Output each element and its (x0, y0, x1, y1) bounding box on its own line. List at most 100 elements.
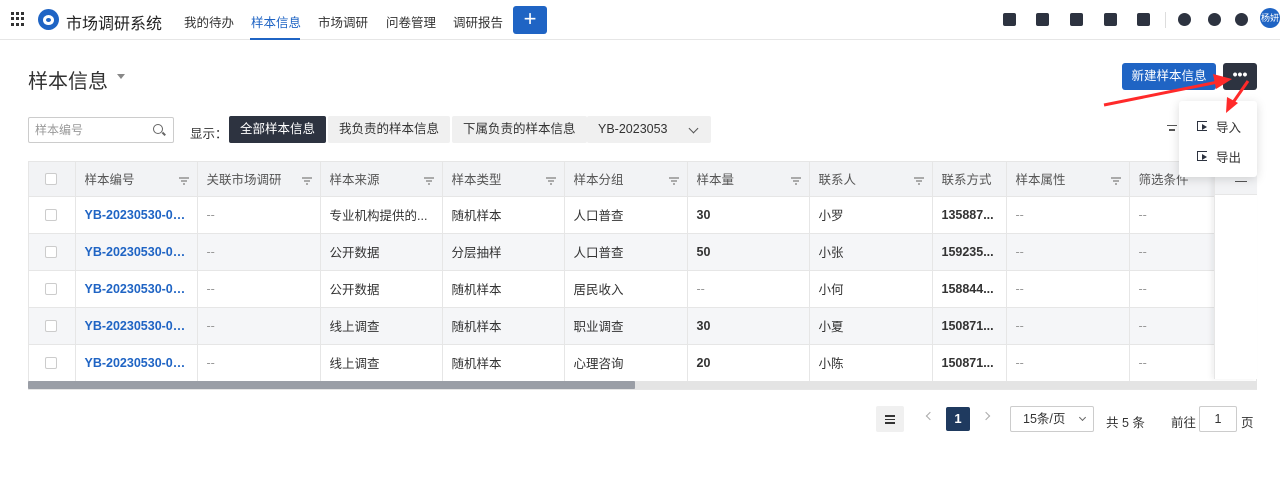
row-checkbox[interactable] (45, 246, 57, 259)
sample-id-link[interactable]: YB-20230530-00... (75, 233, 198, 271)
table-cell: 小罗 (809, 196, 933, 234)
more-actions-dropdown: 导入 导出 (1179, 101, 1257, 177)
table-cell: -- (1006, 344, 1130, 382)
table-cell: 随机样本 (442, 196, 565, 234)
row-checkbox[interactable] (45, 209, 57, 222)
column-filter-icon[interactable] (790, 177, 801, 183)
total-count: 共 5 条 (1106, 416, 1145, 430)
more-actions-button[interactable]: ••• (1223, 63, 1257, 90)
table-cell: -- (1006, 270, 1130, 308)
user-avatar[interactable]: 杨妍 (1260, 8, 1280, 28)
new-sample-button[interactable]: 新建样本信息 (1122, 63, 1216, 90)
toolbar-divider (1165, 12, 1166, 28)
row-select-cell[interactable] (29, 344, 76, 382)
nav-active-indicator (250, 38, 300, 40)
filter-icon[interactable] (1167, 125, 1177, 133)
column-header[interactable]: 样本属性 (1006, 162, 1130, 197)
nav-item-questionnaire[interactable]: 问卷管理 (386, 12, 436, 31)
nav-item-research-report[interactable]: 调研报告 (453, 12, 503, 31)
table-row[interactable]: YB-20230530-00... -- 线上调查 随机样本 心理咨询 20 小… (29, 344, 1256, 382)
row-checkbox[interactable] (45, 283, 57, 296)
user-icon[interactable] (1036, 13, 1049, 26)
search-field[interactable] (28, 117, 174, 143)
dropdown-item-export[interactable]: 导出 (1197, 147, 1241, 165)
search-input[interactable] (29, 118, 149, 142)
row-select-cell[interactable] (29, 270, 76, 308)
calendar-icon[interactable] (1137, 13, 1150, 26)
column-filter-icon[interactable] (668, 177, 679, 183)
dropdown-item-import[interactable]: 导入 (1197, 117, 1241, 135)
column-filter-icon[interactable] (423, 177, 434, 183)
gear-icon[interactable] (1235, 13, 1248, 26)
table-cell: 公开数据 (320, 233, 443, 271)
current-page-button[interactable]: 1 (946, 407, 970, 431)
column-settings-panel (1214, 161, 1257, 379)
filter-more-chevron-icon[interactable] (677, 116, 711, 143)
filter-chip-subordinate[interactable]: 下属负责的样本信息 (452, 116, 587, 143)
task-check-icon[interactable] (1003, 13, 1016, 26)
row-select-cell[interactable] (29, 196, 76, 234)
table-row[interactable]: YB-20230530-00... -- 专业机构提供的... 随机样本 人口普… (29, 196, 1256, 234)
page-title[interactable]: 样本信息 (28, 65, 108, 94)
column-header[interactable]: 联系人 (809, 162, 933, 197)
sample-id-link[interactable]: YB-20230530-00... (75, 307, 198, 345)
sample-id-link[interactable]: YB-20230530-00... (75, 270, 198, 308)
table-cell: 随机样本 (442, 307, 565, 345)
column-filter-icon[interactable] (178, 177, 189, 183)
column-filter-icon[interactable] (545, 177, 556, 183)
import-icon (1197, 121, 1207, 131)
column-header[interactable]: 样本来源 (320, 162, 443, 197)
phone-icon[interactable] (1104, 13, 1117, 26)
column-filter-icon[interactable] (301, 177, 312, 183)
sample-id-link[interactable]: YB-20230530-00... (75, 344, 198, 382)
row-select-cell[interactable] (29, 307, 76, 345)
row-select-cell[interactable] (29, 233, 76, 271)
column-header[interactable]: 样本分组 (564, 162, 688, 197)
table-cell: -- (1006, 196, 1130, 234)
table-row[interactable]: YB-20230530-00... -- 公开数据 随机样本 居民收入 -- 小… (29, 270, 1256, 308)
table-cell: 线上调查 (320, 307, 443, 345)
goto-suffix: 页 (1241, 416, 1254, 430)
row-checkbox[interactable] (45, 357, 57, 370)
table-cell: 人口普查 (564, 196, 688, 234)
column-header[interactable]: 联系方式 (932, 162, 1007, 197)
goto-prefix: 前往 (1171, 416, 1197, 430)
goto-page-input[interactable] (1199, 406, 1237, 432)
table-cell: 线上调查 (320, 344, 443, 382)
nav-item-my-todo[interactable]: 我的待办 (184, 12, 234, 31)
column-header[interactable]: 样本类型 (442, 162, 565, 197)
bell-icon[interactable] (1178, 13, 1191, 26)
column-header[interactable]: 样本编号 (75, 162, 198, 197)
table-row[interactable]: YB-20230530-00... -- 公开数据 分层抽样 人口普查 50 小… (29, 233, 1256, 271)
nav-item-market-research[interactable]: 市场调研 (318, 12, 368, 31)
app-logo-icon (38, 9, 59, 30)
select-all-checkbox[interactable] (45, 173, 57, 186)
row-checkbox[interactable] (45, 320, 57, 333)
dropdown-item-label: 导出 (1216, 150, 1242, 165)
column-header[interactable]: 关联市场调研 (197, 162, 321, 197)
chevron-down-icon[interactable] (117, 74, 125, 79)
table-cell: 小陈 (809, 344, 933, 382)
column-filter-icon[interactable] (913, 177, 924, 183)
prev-page-chevron-icon[interactable] (925, 411, 935, 421)
sample-id-link[interactable]: YB-20230530-00... (75, 196, 198, 234)
help-icon[interactable] (1208, 13, 1221, 26)
column-filter-icon[interactable] (1110, 177, 1121, 183)
document-icon[interactable] (1070, 13, 1083, 26)
table-cell: 20 (687, 344, 810, 382)
filter-chip-all[interactable]: 全部样本信息 (229, 116, 327, 143)
nav-item-sample-info[interactable]: 样本信息 (251, 12, 301, 31)
apps-grid-icon[interactable] (11, 12, 25, 26)
horizontal-scrollbar-thumb[interactable] (28, 381, 635, 389)
column-header[interactable]: 样本量 (687, 162, 810, 197)
search-icon[interactable] (153, 124, 163, 134)
page-size-select[interactable]: 15条/页 (1010, 406, 1094, 432)
select-all-cell[interactable] (29, 162, 76, 197)
next-page-chevron-icon[interactable] (981, 411, 991, 421)
list-view-icon[interactable] (876, 406, 904, 432)
table-cell: 人口普查 (564, 233, 688, 271)
nav-add-button[interactable]: + (513, 6, 547, 34)
table-row[interactable]: YB-20230530-00... -- 线上调查 随机样本 职业调查 30 小… (29, 307, 1256, 345)
filter-chip-yb[interactable]: YB-2023053 (587, 116, 679, 143)
filter-chip-mine[interactable]: 我负责的样本信息 (328, 116, 451, 143)
